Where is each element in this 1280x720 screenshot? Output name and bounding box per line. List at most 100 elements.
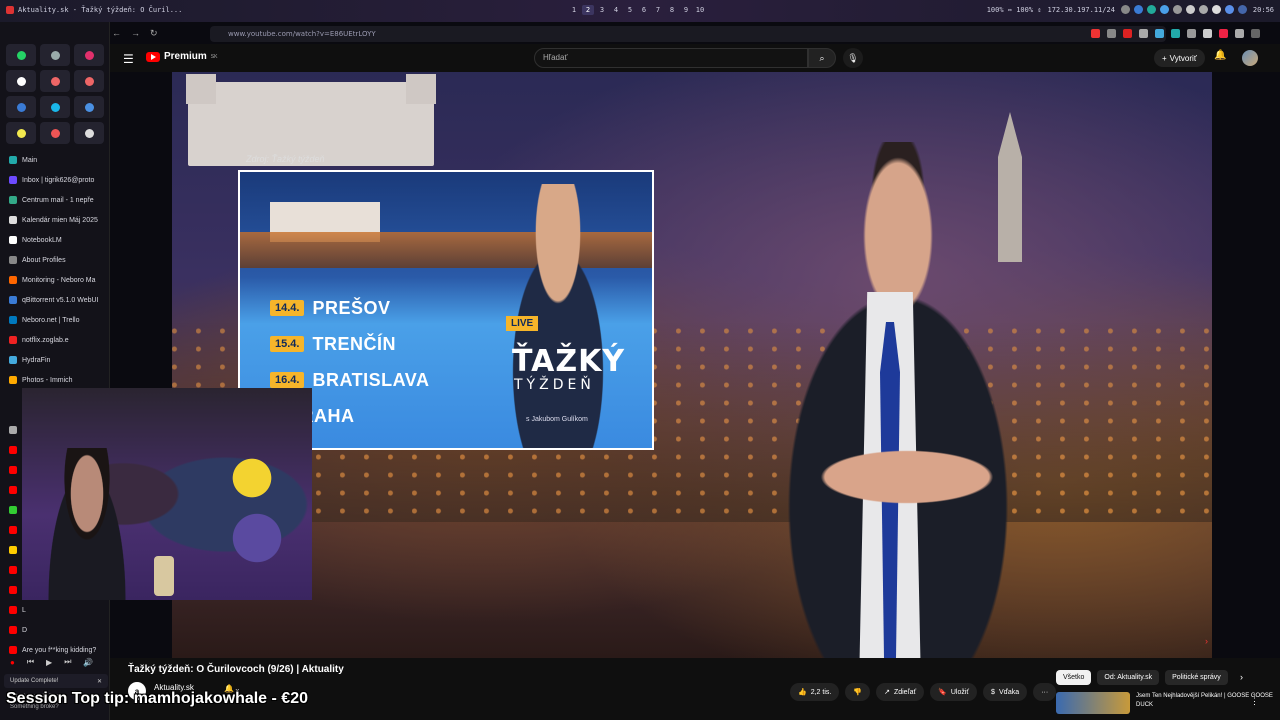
extension-icon[interactable] <box>1235 29 1244 38</box>
workspace-6[interactable]: 6 <box>638 5 650 15</box>
back-button[interactable]: ← <box>112 28 121 39</box>
recommended-video[interactable]: Jsem Ten Nejhladovější Pelikán! | GOOSE … <box>1056 692 1280 718</box>
workspace-2[interactable]: 2 <box>582 5 594 15</box>
tray-icon[interactable] <box>1211 5 1221 14</box>
previous-icon[interactable]: ⏮ <box>27 657 34 667</box>
tab-qbittorrent[interactable]: qBittorrent v5.1.0 WebUI <box>4 290 108 310</box>
tab-notflix[interactable]: notflix.zoglab.e <box>4 330 108 350</box>
tab-immich[interactable]: Photos - Immich <box>4 370 108 390</box>
extension-icon[interactable] <box>1187 29 1196 38</box>
volume-icon[interactable]: 🔊 <box>83 658 93 667</box>
workspace-3[interactable]: 3 <box>596 5 608 15</box>
share-button[interactable]: ↗ Zdieľať <box>876 683 925 701</box>
extension-icon[interactable] <box>1219 29 1228 38</box>
ip-address: 172.30.197.11/24 <box>1047 5 1115 14</box>
tray-icon[interactable] <box>1133 5 1143 14</box>
chip-politics[interactable]: Politické správy <box>1165 670 1228 685</box>
clock: 20:56 <box>1252 5 1274 14</box>
kebab-menu-icon[interactable]: ⋮ <box>1250 696 1259 707</box>
menu-icon[interactable]: ☰ <box>123 52 134 66</box>
pinned-tab[interactable] <box>6 44 36 66</box>
telegram-icon[interactable] <box>1159 5 1169 14</box>
close-icon[interactable]: ✕ <box>97 678 102 685</box>
extension-icon[interactable] <box>1107 29 1116 38</box>
tray-icon[interactable] <box>1198 5 1208 14</box>
avatar[interactable] <box>1242 50 1258 66</box>
search-input[interactable]: Hľadať <box>534 48 808 68</box>
pinned-tab[interactable] <box>40 44 70 66</box>
tab-monitoring[interactable]: Monitoring - Neboro Ma <box>4 270 108 290</box>
pinned-tab[interactable] <box>74 70 104 92</box>
chip-all[interactable]: Všetko <box>1056 670 1092 685</box>
extension-icon[interactable] <box>1155 29 1164 38</box>
youtube-icon <box>9 626 17 634</box>
pinned-tab[interactable] <box>74 122 104 144</box>
play-icon[interactable]: ▶ <box>46 658 52 667</box>
video-thumbnail[interactable] <box>1056 692 1131 714</box>
video-player[interactable]: Zdroj: Ťažký týždeň 14.4. PREŠOV 15.4. T… <box>172 72 1212 658</box>
workspace-5[interactable]: 5 <box>624 5 636 15</box>
tab-notebooklm[interactable]: NotebookLM <box>4 230 108 250</box>
address-bar[interactable]: www.youtube.com/watch?v=E86UEtrLOYY <box>210 26 1166 42</box>
pinned-tab[interactable] <box>40 122 70 144</box>
pinned-tab[interactable] <box>6 96 36 118</box>
workspace-7[interactable]: 7 <box>652 5 664 15</box>
workspace-switcher[interactable]: 1 2 3 4 5 6 7 8 9 10 <box>568 5 706 15</box>
bell-icon[interactable]: 🔔 <box>1214 50 1226 61</box>
webcam-overlay <box>22 388 312 600</box>
workspace-4[interactable]: 4 <box>610 5 622 15</box>
tab-label: Kalendár mien Máj 2025 <box>22 216 98 224</box>
pinned-tab[interactable] <box>6 122 36 144</box>
tab-inbox[interactable]: Inbox | tigrik626@proto <box>4 170 108 190</box>
extension-icon[interactable] <box>1171 29 1180 38</box>
extension-icon[interactable] <box>1123 29 1132 38</box>
tab-hydrafin[interactable]: HydraFin <box>4 350 108 370</box>
tab-trello[interactable]: Neboro.net | Trello <box>4 310 108 330</box>
tour-city: PREŠOV <box>312 297 391 318</box>
workspace-9[interactable]: 9 <box>680 5 692 15</box>
pinned-tab[interactable] <box>74 44 104 66</box>
more-button[interactable]: ··· <box>1033 683 1057 701</box>
pinned-tab[interactable] <box>6 70 36 92</box>
tray-icon[interactable] <box>1120 5 1130 14</box>
dislike-button[interactable]: 👎 <box>845 683 871 701</box>
tray-icon[interactable] <box>1237 5 1247 14</box>
pinned-tab[interactable] <box>40 96 70 118</box>
youtube-icon <box>9 446 17 454</box>
create-button[interactable]: + Vytvoriť <box>1154 49 1205 67</box>
chip-channel[interactable]: Od: Aktuality.sk <box>1097 670 1160 685</box>
next-icon[interactable]: ⏭ <box>64 657 71 667</box>
workspace-8[interactable]: 8 <box>666 5 678 15</box>
tray-icon[interactable] <box>1185 5 1195 14</box>
forward-button[interactable]: → <box>131 28 140 39</box>
tray-icon[interactable] <box>1172 5 1182 14</box>
workspace-10[interactable]: 10 <box>694 5 706 15</box>
tray-icon[interactable] <box>1146 5 1156 14</box>
voice-search-button[interactable]: 🎙 <box>843 48 863 68</box>
live-badge: LIVE <box>506 316 539 331</box>
thanks-button[interactable]: $ Vďaka <box>983 683 1028 701</box>
tab-about-profiles[interactable]: About Profiles <box>4 250 108 270</box>
save-button[interactable]: 🔖 Uložiť <box>930 683 978 701</box>
tab-centrum[interactable]: Centrum mail - 1 nepře <box>4 190 108 210</box>
instagram-icon <box>84 50 94 60</box>
workspace-1[interactable]: 1 <box>568 5 580 15</box>
more-icon: ··· <box>1041 688 1049 696</box>
tab-main[interactable]: Main <box>4 150 108 170</box>
tray-icon[interactable] <box>1224 5 1234 14</box>
chevron-right-icon[interactable]: › <box>1240 672 1243 682</box>
like-button[interactable]: 👍 2,2 tis. <box>790 683 840 701</box>
youtube-logo[interactable]: Premium SK <box>146 51 217 62</box>
tab-item[interactable]: D <box>4 620 108 640</box>
search-button[interactable]: ⌕ <box>808 48 836 68</box>
tab-item[interactable]: L <box>4 600 108 620</box>
tab-kalendar[interactable]: Kalendár mien Máj 2025 <box>4 210 108 230</box>
extension-icon[interactable] <box>1091 29 1100 38</box>
chevron-right-icon[interactable]: › <box>1205 636 1208 646</box>
reload-button[interactable]: ↻ <box>150 28 158 39</box>
extension-icon[interactable] <box>1139 29 1148 38</box>
pinned-tab[interactable] <box>74 96 104 118</box>
pinned-tab[interactable] <box>40 70 70 92</box>
extension-icon[interactable] <box>1251 29 1260 38</box>
extension-icon[interactable] <box>1203 29 1212 38</box>
